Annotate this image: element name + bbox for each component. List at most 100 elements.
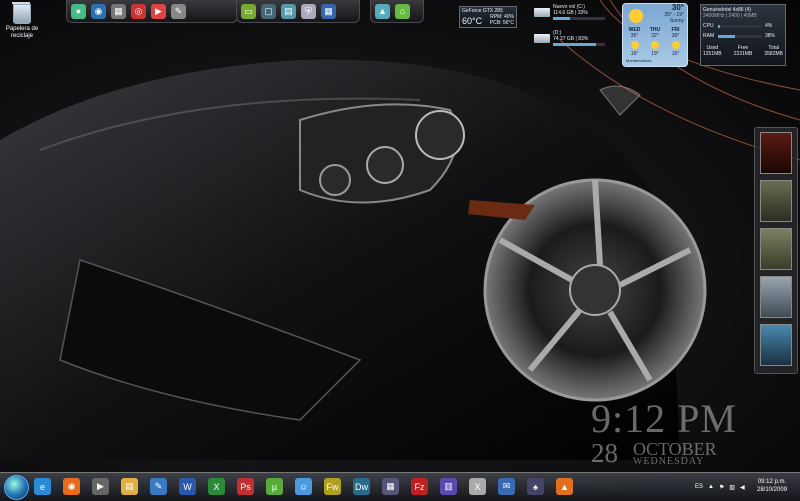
- xfire-icon[interactable]: X: [469, 478, 486, 495]
- drive-d[interactable]: (D:) 74.27 GB | 83%: [534, 30, 612, 46]
- network-tray-icon[interactable]: ▥: [729, 484, 735, 491]
- game-thumbnail[interactable]: [760, 132, 792, 174]
- mem-value: 3582MB: [764, 51, 783, 57]
- forecast-high: 35°: [630, 33, 639, 39]
- forecast-low: 19°: [630, 51, 639, 57]
- gpu-gadget[interactable]: GeForce GTX 285 60°C RPM: 40% PCB: 56°C: [459, 6, 517, 28]
- weather-forecast: WED 35° 19° THU 32° 19° FRI 30° 16°: [625, 27, 685, 57]
- recycle-bin[interactable]: Papelera de reciclaje: [2, 2, 42, 40]
- cpu-subtitle: 2400MHz | 2400 | 40MB: [703, 13, 757, 19]
- taskbar: e ◉ ▶ ▤ ✎ W X Ps µ ☺ Fw Dw ▦ Fz ▥ X ✉ ♠ ▲ ES ▲ ⚑ ▥ ◀ 09:12…: [0, 472, 800, 501]
- cpu-value: 4%: [765, 23, 773, 29]
- weather-current-temp: 30°: [671, 3, 684, 12]
- folder-up-icon[interactable]: ▲: [375, 3, 390, 19]
- language-indicator[interactable]: ES: [695, 484, 703, 490]
- paint-icon[interactable]: ✎: [150, 478, 167, 495]
- internet-explorer-icon[interactable]: e: [34, 478, 51, 495]
- monitor-icon[interactable]: ▭: [241, 3, 256, 19]
- taskbar-clock[interactable]: 09:12 p.m. 28/10/2009: [757, 478, 787, 494]
- drive-c-usage-bar: [553, 17, 571, 20]
- forecast-high: 30°: [671, 33, 680, 39]
- mem-value: 2231MB: [733, 51, 753, 57]
- volume-icon[interactable]: ◀: [740, 484, 745, 491]
- hard-drive-icon: [534, 7, 550, 17]
- start-button[interactable]: [4, 475, 29, 500]
- game-thumbnail[interactable]: [760, 276, 792, 318]
- games-icon[interactable]: ♠: [527, 478, 544, 495]
- tray-arrow-icon[interactable]: ▲: [708, 484, 714, 490]
- drive-c[interactable]: Nuevo vol (C:) 114.6 GB | 33%: [534, 4, 612, 20]
- photoshop-icon[interactable]: Ps: [237, 478, 254, 495]
- ram-usage-bar: [718, 35, 735, 38]
- dock-middle: ▭ ▢ ▤ ⛨ ▦: [236, 0, 360, 23]
- recycle-bin-label: Papelera de reciclaje: [5, 26, 39, 39]
- grid-icon[interactable]: ▦: [321, 3, 336, 19]
- chat-icon[interactable]: ✉: [498, 478, 515, 495]
- network-icon[interactable]: ▦: [382, 478, 399, 495]
- weather-condition: Sunny: [669, 18, 684, 24]
- flag-icon[interactable]: ⚑: [719, 484, 724, 491]
- drive-d-detail: 74.27 GB | 83%: [553, 36, 589, 42]
- messenger-icon[interactable]: ☺: [295, 478, 312, 495]
- media-player-icon[interactable]: ▶: [92, 478, 109, 495]
- sun-icon: [651, 41, 659, 49]
- dock-left: ● ◉ ▦ ◎ ▶ ✎: [66, 0, 238, 23]
- fireworks-icon[interactable]: Fw: [324, 478, 341, 495]
- media-icon[interactable]: ▶: [151, 3, 166, 19]
- chrome-icon[interactable]: ◎: [131, 3, 146, 19]
- sun-icon: [630, 41, 639, 49]
- wallpaper-car: [0, 0, 800, 460]
- ram-value: 38%: [765, 33, 776, 39]
- window-icon[interactable]: ▢: [261, 3, 276, 19]
- drives-gadget[interactable]: Nuevo vol (C:) 114.6 GB | 33% (D:) 74.27…: [534, 4, 612, 56]
- filezilla-icon[interactable]: Fz: [411, 478, 428, 495]
- dreamweaver-icon[interactable]: Dw: [353, 478, 370, 495]
- gpu-pcb: PCB: 56°C: [489, 20, 514, 26]
- hard-drive-icon: [534, 33, 550, 43]
- ram-label: RAM: [703, 33, 715, 39]
- forecast-day: WED 35° 19°: [625, 27, 644, 57]
- finder-icon[interactable]: ●: [71, 3, 86, 19]
- tools-icon[interactable]: ✎: [171, 3, 186, 19]
- drive-d-usage-bar: [553, 43, 597, 46]
- shield-icon[interactable]: ⛨: [301, 3, 316, 19]
- globe-icon[interactable]: ◉: [91, 3, 106, 19]
- cpu-usage-bar: [718, 25, 720, 28]
- forecast-day: FRI 30° 16°: [666, 27, 685, 57]
- game-slideshow-gadget[interactable]: [754, 127, 798, 374]
- firefox-icon[interactable]: ◉: [63, 478, 80, 495]
- word-icon[interactable]: W: [179, 478, 196, 495]
- sun-icon: [671, 41, 680, 49]
- gpu-temperature: 60°C: [462, 16, 483, 26]
- forecast-high: 32°: [651, 33, 659, 39]
- cpu-meter-gadget[interactable]: GenuineIntel 4x86 (4) 2400MHz | 2400 | 4…: [700, 4, 786, 66]
- home-icon[interactable]: ⌂: [395, 3, 410, 19]
- winrar-icon[interactable]: ▥: [440, 478, 457, 495]
- vlc-icon[interactable]: ▲: [556, 478, 573, 495]
- desktop-clock-weekday: WEDNESDAY: [633, 456, 705, 467]
- taskbar-time: 09:12 p.m.: [757, 479, 787, 485]
- taskbar-date: 28/10/2009: [757, 487, 788, 493]
- forecast-low: 19°: [651, 51, 659, 57]
- calculator-icon[interactable]: ▦: [111, 3, 126, 19]
- desktop-clock-time: 9:12 PM: [591, 396, 737, 441]
- mem-value: 1251MB: [703, 51, 722, 57]
- explorer-icon[interactable]: ▤: [121, 478, 138, 495]
- utorrent-icon[interactable]: µ: [266, 478, 283, 495]
- drive-c-detail: 114.6 GB | 33%: [553, 10, 588, 16]
- weather-location: Montemorelos: [626, 58, 652, 63]
- cpu-label: CPU: [703, 23, 714, 29]
- recycle-bin-icon: [12, 2, 31, 24]
- game-thumbnail[interactable]: [760, 180, 792, 222]
- dock-right: ▲ ⌂: [370, 0, 424, 23]
- folder-icon[interactable]: ▤: [281, 3, 296, 19]
- sun-icon: [629, 9, 643, 23]
- system-tray: ES ▲ ⚑ ▥ ◀: [695, 473, 745, 501]
- game-thumbnail[interactable]: [760, 324, 792, 366]
- forecast-day: THU 32° 19°: [646, 27, 665, 57]
- desktop-clock-day: 28: [591, 438, 618, 468]
- memory-stats: Used 1251MB Free 2231MB Total 3582MB: [703, 45, 783, 57]
- excel-icon[interactable]: X: [208, 478, 225, 495]
- game-thumbnail[interactable]: [760, 228, 792, 270]
- weather-gadget[interactable]: 30° 35° - 19° Sunny WED 35° 19° THU 32° …: [622, 3, 688, 67]
